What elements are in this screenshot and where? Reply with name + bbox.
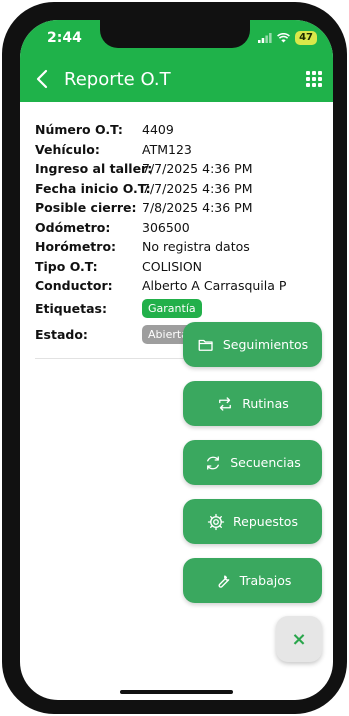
detail-row: Vehículo: ATM123	[35, 140, 325, 160]
app-header: 2:44 47 Reporte O.T	[20, 20, 333, 102]
status-time: 2:44	[47, 30, 82, 46]
tags-row: Etiquetas: Garantía	[35, 296, 325, 322]
fab-item-label: Seguimientos	[222, 337, 309, 352]
detail-row: Número O.T: 4409	[35, 120, 325, 140]
close-icon: ×	[291, 628, 307, 650]
signal-icon	[258, 33, 272, 43]
detail-label: Horómetro:	[35, 239, 117, 255]
detail-row: Fecha inicio O.T: 7/7/2025 4:36 PM	[35, 179, 325, 199]
trabajos-button[interactable]: Trabajos	[183, 558, 322, 603]
chevron-left-icon	[36, 69, 48, 89]
detail-value: No registra datos	[142, 239, 250, 255]
detail-value: 7/8/2025 4:36 PM	[142, 200, 253, 216]
wrench-icon	[218, 574, 229, 588]
apps-menu-button[interactable]	[306, 71, 322, 87]
status-icons: 47	[258, 31, 317, 45]
battery-indicator: 47	[295, 31, 317, 45]
phone-frame: 2:44 47 Reporte O.T Número O.T: 4409 Veh…	[2, 2, 347, 714]
detail-label: Posible cierre:	[35, 200, 137, 216]
page-title: Reporte O.T	[64, 69, 171, 90]
detail-label: Ingreso al taller:	[35, 161, 153, 177]
work-order-details: Número O.T: 4409 Vehículo: ATM123 Ingres…	[35, 120, 325, 348]
gear-icon	[207, 513, 225, 530]
detail-value: Alberto A Carrasquila P	[142, 278, 287, 294]
estado-label: Estado:	[35, 327, 88, 342]
screen: 2:44 47 Reporte O.T Número O.T: 4409 Veh…	[20, 20, 333, 700]
detail-value: 7/7/2025 4:36 PM	[142, 161, 253, 177]
tags-label: Etiquetas:	[35, 301, 107, 316]
detail-value: COLISION	[142, 258, 203, 274]
repeat-icon	[219, 396, 232, 411]
notch	[100, 20, 250, 48]
detail-row: Posible cierre: 7/8/2025 4:36 PM	[35, 198, 325, 218]
back-button[interactable]	[34, 68, 52, 90]
seguimientos-button[interactable]: Seguimientos	[183, 322, 322, 367]
detail-label: Conductor:	[35, 278, 113, 294]
detail-label: Tipo O.T:	[35, 258, 98, 274]
detail-value: 7/7/2025 4:36 PM	[142, 180, 253, 196]
detail-row: Tipo O.T: COLISION	[35, 257, 325, 277]
secuencias-button[interactable]: Secuencias	[183, 440, 322, 485]
tag-badge: Garantía	[142, 299, 202, 318]
detail-value: 4409	[142, 122, 174, 138]
fab-item-label: Rutinas	[242, 396, 289, 411]
close-fab-button[interactable]: ×	[276, 616, 322, 662]
divider	[35, 358, 185, 359]
fab-item-label: Repuestos	[233, 514, 298, 529]
detail-label: Número O.T:	[35, 122, 123, 138]
sync-icon	[207, 455, 220, 470]
detail-value: 306500	[142, 219, 190, 235]
folder-icon	[198, 339, 213, 351]
grid-icon	[306, 71, 322, 87]
detail-row: Horómetro: No registra datos	[35, 237, 325, 257]
fab-item-label: Secuencias	[230, 455, 301, 470]
detail-label: Fecha inicio O.T:	[35, 180, 151, 196]
detail-value: ATM123	[142, 141, 192, 157]
rutinas-button[interactable]: Rutinas	[183, 381, 322, 426]
detail-row: Conductor: Alberto A Carrasquila P	[35, 276, 325, 296]
detail-row: Ingreso al taller: 7/7/2025 4:36 PM	[35, 159, 325, 179]
detail-row: Odómetro: 306500	[35, 218, 325, 238]
wifi-icon	[277, 33, 290, 43]
detail-label: Odómetro:	[35, 219, 111, 235]
fab-item-label: Trabajos	[239, 573, 292, 588]
detail-label: Vehículo:	[35, 141, 100, 157]
home-indicator	[120, 690, 233, 694]
repuestos-button[interactable]: Repuestos	[183, 499, 322, 544]
